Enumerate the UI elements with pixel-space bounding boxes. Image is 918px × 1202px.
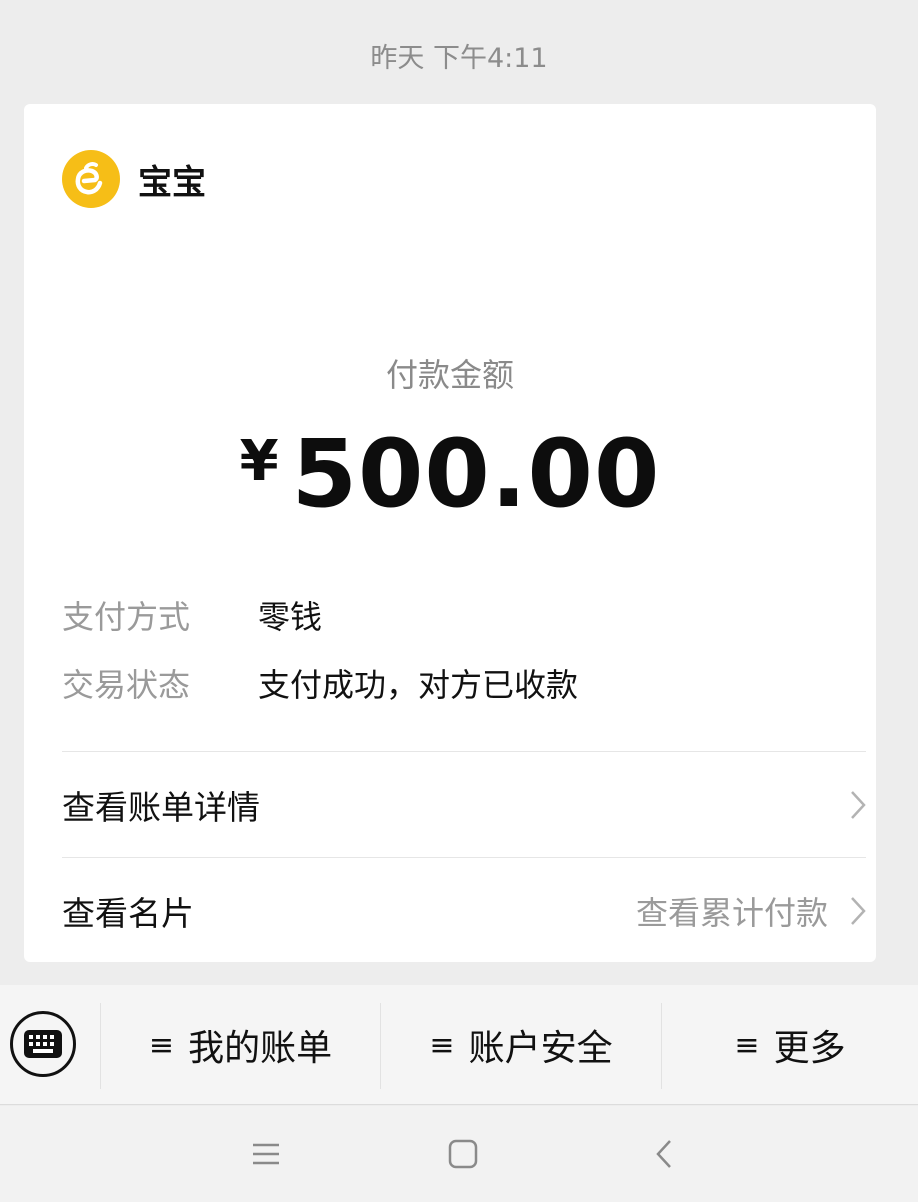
nav-home-icon[interactable] — [433, 1126, 493, 1182]
view-total-payments-label[interactable]: 查看累计付款 — [636, 888, 828, 934]
payment-amount: ¥500.00 — [24, 420, 876, 529]
menu-item-my-bills[interactable]: ≡ 我的账单 — [101, 985, 380, 1105]
merchant-name: 宝宝 — [138, 162, 206, 203]
nav-back-icon[interactable] — [634, 1126, 694, 1182]
view-bill-details-row[interactable]: 查看账单详情 — [62, 752, 866, 858]
amount-value: 500.00 — [291, 420, 661, 529]
payment-card: 宝宝 付款金额 ¥500.00 支付方式 零钱 交易状态 支付成功，对方已收款 … — [24, 104, 876, 962]
chevron-right-icon — [850, 790, 866, 820]
merchant-header[interactable]: 宝宝 — [62, 150, 206, 208]
amount-label: 付款金额 — [385, 356, 514, 394]
system-navigation-bar — [0, 1106, 918, 1202]
payment-method-value: 零钱 — [258, 598, 323, 636]
currency-symbol: ¥ — [239, 429, 280, 494]
nav-menu-icon[interactable] — [236, 1126, 296, 1182]
message-timestamp: 昨天 下午4:11 — [370, 43, 548, 74]
official-account-menu: ≡ 我的账单 ≡ 账户安全 ≡ 更多 — [0, 985, 918, 1105]
menu-item-more[interactable]: ≡ 更多 — [662, 985, 918, 1105]
payment-method-row: 支付方式 零钱 — [62, 592, 322, 638]
payment-method-label: 支付方式 — [62, 598, 191, 636]
menu-item-label: 账户安全 — [468, 1028, 613, 1069]
view-business-card-label: 查看名片 — [62, 894, 194, 933]
merchant-logo-icon — [62, 150, 120, 208]
menu-icon: ≡ — [148, 1027, 175, 1063]
menu-item-account-security[interactable]: ≡ 账户安全 — [381, 985, 661, 1105]
keyboard-icon[interactable] — [10, 1011, 76, 1077]
transaction-status-label: 交易状态 — [62, 666, 191, 704]
view-business-card-row[interactable]: 查看名片 查看累计付款 — [62, 858, 866, 964]
transaction-status-row: 交易状态 支付成功，对方已收款 — [62, 660, 578, 706]
menu-item-label: 更多 — [773, 1028, 846, 1069]
menu-item-label: 我的账单 — [188, 1028, 333, 1069]
transaction-status-value: 支付成功，对方已收款 — [258, 666, 579, 704]
view-bill-details-label: 查看账单详情 — [62, 788, 260, 827]
menu-icon: ≡ — [734, 1027, 760, 1063]
menu-icon: ≡ — [429, 1027, 455, 1063]
chevron-right-icon — [850, 896, 866, 926]
